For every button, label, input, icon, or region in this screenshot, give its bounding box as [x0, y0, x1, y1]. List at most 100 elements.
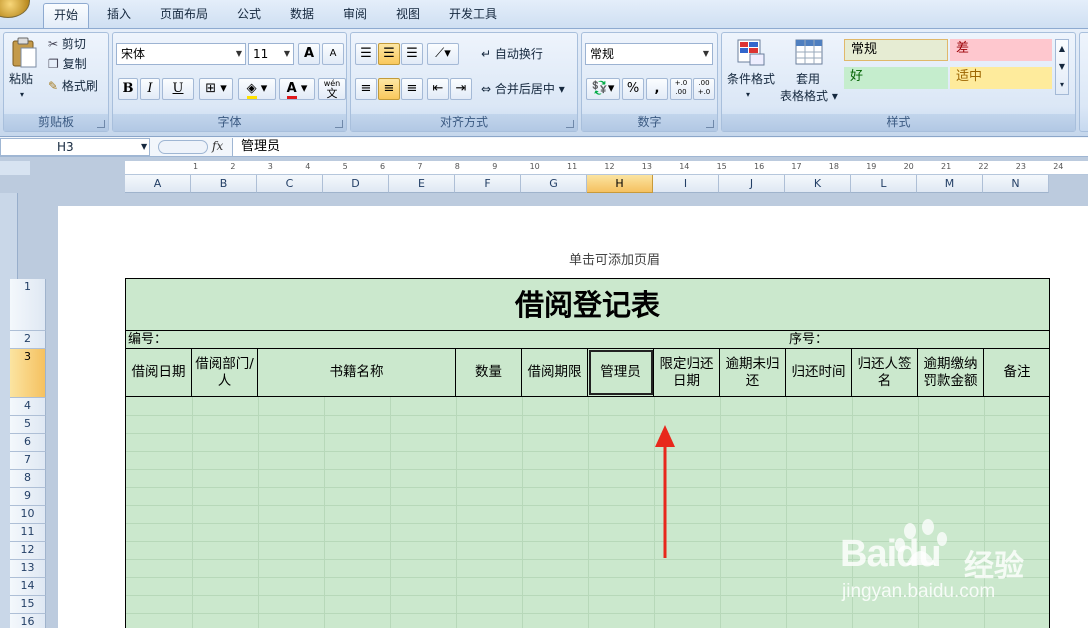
increase-indent-button[interactable]: ⇥ [450, 78, 472, 100]
tab-page-layout[interactable]: 页面布局 [152, 3, 216, 28]
row-header-3[interactable]: 3 [10, 349, 46, 398]
tab-developer[interactable]: 开发工具 [441, 3, 505, 28]
column-header-a[interactable]: A [125, 175, 191, 193]
table-header-cell[interactable]: 管理员 [588, 349, 654, 396]
table-header-cell[interactable]: 逾期未归还 [720, 349, 786, 396]
style-neutral[interactable]: 适中 [950, 67, 1052, 89]
row-header-11[interactable]: 11 [10, 524, 46, 542]
grow-font-button[interactable]: A [298, 43, 320, 65]
table-header-cell[interactable]: 限定归还日期 [654, 349, 720, 396]
column-header-k[interactable]: K [785, 175, 851, 193]
row-header-13[interactable]: 13 [10, 560, 46, 578]
format-as-table-line1[interactable]: 套用 [796, 71, 820, 87]
align-left-button[interactable]: ≡ [355, 78, 377, 100]
phonetic-button[interactable]: wén 文 [318, 78, 346, 100]
name-box[interactable]: H3 ▼ [0, 138, 150, 156]
row-header-9[interactable]: 9 [10, 488, 46, 506]
style-normal[interactable]: 常规 [844, 39, 948, 61]
align-center-button[interactable]: ≡ [378, 78, 400, 100]
merge-center-button[interactable]: ⇔ 合并后居中 ▾ [481, 81, 565, 97]
cut-button[interactable]: ✂ 剪切 [48, 36, 86, 52]
table-header-cell[interactable]: 备注 [984, 349, 1050, 396]
decrease-decimal-button[interactable]: .00 +.0 [693, 78, 715, 100]
column-header-m[interactable]: M [917, 175, 983, 193]
clipboard-launcher-icon[interactable]: . [97, 120, 105, 128]
percent-button[interactable]: % [622, 78, 644, 100]
table-header-cell[interactable]: 归还时间 [786, 349, 852, 396]
font-name-select[interactable]: 宋体 ▼ [116, 43, 246, 65]
font-launcher-icon[interactable]: . [335, 120, 343, 128]
select-all-corner[interactable] [0, 161, 30, 175]
underline-button[interactable]: U [162, 78, 194, 100]
style-good[interactable]: 好 [844, 67, 948, 89]
shrink-font-button[interactable]: A [322, 43, 344, 65]
conditional-format-button[interactable]: 条件格式 [727, 71, 775, 87]
number-launcher-icon[interactable]: . [706, 120, 714, 128]
style-bad[interactable]: 差 [950, 39, 1052, 61]
row-header-10[interactable]: 10 [10, 506, 46, 524]
formula-input[interactable]: 管理员 [232, 138, 1088, 156]
table-header-cell[interactable]: 归还人签名 [852, 349, 918, 396]
tab-formulas[interactable]: 公式 [228, 3, 270, 28]
number-format-select[interactable]: 常规 ▼ [585, 43, 713, 65]
tab-review[interactable]: 审阅 [334, 3, 376, 28]
column-header-n[interactable]: N [983, 175, 1049, 193]
column-header-j[interactable]: J [719, 175, 785, 193]
align-middle-button[interactable]: ☰ [378, 43, 400, 65]
column-header-h[interactable]: H [587, 175, 653, 193]
format-painter-button[interactable]: ✎ 格式刷 [48, 78, 98, 94]
office-button[interactable] [0, 0, 30, 18]
paste-dropdown-icon[interactable]: ▾ [20, 87, 24, 103]
orientation-button[interactable]: ⟋▾ [427, 43, 459, 65]
borders-button[interactable]: ⊞ ▾ [199, 78, 233, 100]
italic-button[interactable]: I [140, 78, 160, 100]
number-label[interactable]: 编号： [128, 331, 167, 349]
row-header-15[interactable]: 15 [10, 596, 46, 614]
alignment-launcher-icon[interactable]: . [566, 120, 574, 128]
row-header-8[interactable]: 8 [10, 470, 46, 488]
row-header-14[interactable]: 14 [10, 578, 46, 596]
table-header-cell[interactable]: 逾期缴纳罚款金额 [918, 349, 984, 396]
sheet-title[interactable]: 借阅登记表 [126, 279, 1049, 331]
align-bottom-button[interactable]: ☰ [401, 43, 423, 65]
row-header-4[interactable]: 4 [10, 398, 46, 416]
comma-button[interactable]: , [646, 78, 668, 100]
column-header-d[interactable]: D [323, 175, 389, 193]
table-header-cell[interactable]: 借阅期限 [522, 349, 588, 396]
fill-color-button[interactable]: ◈ ▾ [238, 78, 276, 100]
bold-button[interactable]: B [118, 78, 138, 100]
column-header-f[interactable]: F [455, 175, 521, 193]
table-header-cell[interactable]: 数量 [456, 349, 522, 396]
increase-decimal-button[interactable]: +.0 .00 [670, 78, 692, 100]
align-right-button[interactable]: ≡ [401, 78, 423, 100]
row-header-12[interactable]: 12 [10, 542, 46, 560]
column-header-g[interactable]: G [521, 175, 587, 193]
formula-bar-splitter[interactable] [158, 140, 208, 154]
row-header-5[interactable]: 5 [10, 416, 46, 434]
tab-insert[interactable]: 插入 [98, 3, 140, 28]
column-header-i[interactable]: I [653, 175, 719, 193]
format-as-table-button[interactable]: 表格格式 ▾ [780, 88, 838, 104]
font-size-select[interactable]: 11 ▼ [248, 43, 294, 65]
table-header-cell[interactable]: 借阅日期 [126, 349, 192, 396]
row-header-16[interactable]: 16 [10, 614, 46, 628]
column-header-b[interactable]: B [191, 175, 257, 193]
page-header-hint[interactable]: 单击可添加页眉 [569, 249, 660, 268]
font-color-button[interactable]: A ▾ [279, 78, 315, 100]
row-header-7[interactable]: 7 [10, 452, 46, 470]
tab-home[interactable]: 开始 [43, 3, 89, 28]
table-header-cell[interactable]: 借阅部门/人 [192, 349, 258, 396]
tab-view[interactable]: 视图 [387, 3, 429, 28]
paste-icon[interactable] [10, 37, 38, 69]
row-header-6[interactable]: 6 [10, 434, 46, 452]
accounting-format-button[interactable]: 💱▾ [586, 78, 620, 100]
column-header-e[interactable]: E [389, 175, 455, 193]
wrap-text-button[interactable]: ↵ 自动换行 [481, 46, 543, 62]
function-icon[interactable]: fx [212, 139, 223, 153]
styles-gallery-scroll[interactable]: ▲ ▼ ▾ [1055, 39, 1069, 95]
decrease-indent-button[interactable]: ⇤ [427, 78, 449, 100]
copy-button[interactable]: ❐ 复制 [48, 56, 87, 72]
align-top-button[interactable]: ☰ [355, 43, 377, 65]
tab-data[interactable]: 数据 [281, 3, 323, 28]
column-header-c[interactable]: C [257, 175, 323, 193]
